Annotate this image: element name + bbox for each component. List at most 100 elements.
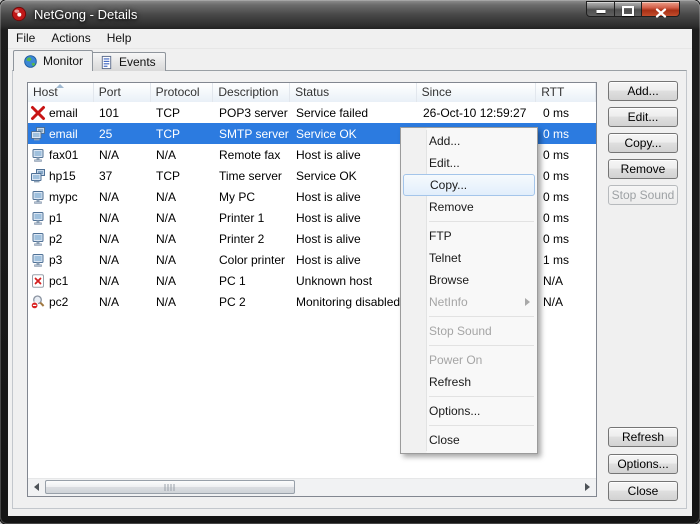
options-button[interactable]: Options... <box>608 454 678 474</box>
cell-protocol: N/A <box>151 232 214 246</box>
minimize-button[interactable] <box>586 1 615 17</box>
menu-help[interactable]: Help <box>99 29 140 45</box>
cell-status: Host is alive <box>291 211 418 225</box>
cell-description: Time server <box>214 169 291 183</box>
close-button[interactable] <box>641 1 680 17</box>
horizontal-scrollbar[interactable] <box>28 478 596 496</box>
window-title: NetGong - Details <box>34 7 137 22</box>
context-menu-item-browse[interactable]: Browse <box>401 269 537 291</box>
column-header-rtt[interactable]: RTT <box>536 83 596 102</box>
app-window: NetGong - Details FileActionsHelp Monito… <box>0 0 700 524</box>
context-menu-item-add[interactable]: Add... <box>401 130 537 152</box>
scrollbar-thumb[interactable] <box>45 480 295 494</box>
cell-port: 37 <box>94 169 151 183</box>
failed-host-icon <box>30 105 46 121</box>
edit-button[interactable]: Edit... <box>608 107 678 127</box>
cell-status: Service OK <box>291 127 418 141</box>
submenu-arrow-icon <box>525 298 530 306</box>
menu-file[interactable]: File <box>8 29 43 45</box>
column-header-status[interactable]: Status <box>290 83 417 102</box>
add-button[interactable]: Add... <box>608 81 678 101</box>
cell-status: Service failed <box>291 106 418 120</box>
context-menu-item-edit[interactable]: Edit... <box>401 152 537 174</box>
cell-protocol: TCP <box>151 127 214 141</box>
stop-sound-button[interactable]: Stop Sound <box>608 185 678 205</box>
tab-events[interactable]: Events <box>89 52 166 71</box>
tab-monitor[interactable]: Monitor <box>13 50 93 71</box>
scrollbar-grip-icon <box>165 484 176 491</box>
host-label: mypc <box>49 190 78 204</box>
host-label: hp15 <box>49 169 76 183</box>
host-label: p3 <box>49 253 62 267</box>
host-label: pc1 <box>49 274 68 288</box>
cell-status: Host is alive <box>291 190 418 204</box>
sort-ascending-icon <box>56 84 64 88</box>
cell-host: pc1 <box>28 273 94 289</box>
computer-icon <box>30 210 46 226</box>
column-header-protocol[interactable]: Protocol <box>151 83 214 102</box>
context-menu-item-close[interactable]: Close <box>401 429 537 451</box>
titlebar[interactable]: NetGong - Details <box>0 0 700 29</box>
context-menu-item-power-on[interactable]: Power On <box>401 349 537 371</box>
cell-protocol: N/A <box>151 253 214 267</box>
menu-separator <box>429 316 534 317</box>
cell-description: SMTP server <box>214 127 291 141</box>
table-header: Host Port Protocol DescriptionStatusSince RT… <box>28 83 596 103</box>
cell-port: N/A <box>94 253 151 267</box>
refresh-button[interactable]: Refresh <box>608 427 678 447</box>
cell-status: Monitoring disabled <box>291 295 418 309</box>
cell-port: N/A <box>94 148 151 162</box>
app-icon <box>11 6 27 22</box>
monitor-disabled-icon <box>30 294 46 310</box>
column-header-since[interactable]: Since <box>417 83 537 102</box>
cell-port: 25 <box>94 127 151 141</box>
remove-button[interactable]: Remove <box>608 159 678 179</box>
context-menu-item-remove[interactable]: Remove <box>401 196 537 218</box>
context-menu-item-options[interactable]: Options... <box>401 400 537 422</box>
close-icon <box>655 5 666 23</box>
context-menu-item-refresh[interactable]: Refresh <box>401 371 537 393</box>
cell-rtt: N/A <box>538 274 596 288</box>
cell-host: p3 <box>28 252 94 268</box>
context-menu-item-netinfo[interactable]: NetInfo <box>401 291 537 313</box>
context-menu-item-copy[interactable]: Copy... <box>403 174 535 196</box>
column-header-description[interactable]: Description <box>213 83 290 102</box>
close-button[interactable]: Close <box>608 481 678 501</box>
cell-rtt: 1 ms <box>538 253 596 267</box>
menu-item-label: FTP <box>429 229 452 243</box>
cell-description: Printer 1 <box>214 211 291 225</box>
scroll-left-button[interactable] <box>28 479 45 495</box>
column-header-label: RTT <box>541 85 564 99</box>
column-header-port[interactable]: Port <box>94 83 151 102</box>
cell-since: 26-Oct-10 12:59:27 <box>418 106 538 120</box>
menu-item-label: Browse <box>429 273 469 287</box>
menu-actions[interactable]: Actions <box>43 29 98 45</box>
cell-status: Host is alive <box>291 148 418 162</box>
cell-rtt: 0 ms <box>538 148 596 162</box>
menu-item-label: Stop Sound <box>429 324 492 338</box>
context-menu-item-stop-sound[interactable]: Stop Sound <box>401 320 537 342</box>
menu-item-label: Close <box>429 433 460 447</box>
cell-protocol: TCP <box>151 169 214 183</box>
arrow-left-icon <box>34 483 39 491</box>
column-header-host[interactable]: Host <box>28 83 94 102</box>
context-menu-item-ftp[interactable]: FTP <box>401 225 537 247</box>
menu-item-label: Copy... <box>430 178 467 192</box>
menu-item-label: Power On <box>429 353 482 367</box>
cell-port: N/A <box>94 190 151 204</box>
maximize-icon <box>622 6 634 16</box>
copy-button[interactable]: Copy... <box>608 133 678 153</box>
tab-label: Events <box>119 55 156 69</box>
arrow-right-icon <box>585 483 590 491</box>
cell-host: p1 <box>28 210 94 226</box>
column-header-label: Port <box>99 85 121 99</box>
dual-computer-icon <box>30 126 46 142</box>
cell-rtt: 0 ms <box>538 127 596 141</box>
context-menu-item-telnet[interactable]: Telnet <box>401 247 537 269</box>
cell-status: Service OK <box>291 169 418 183</box>
scroll-right-button[interactable] <box>579 479 596 495</box>
column-header-label: Protocol <box>156 85 200 99</box>
cell-protocol: N/A <box>151 211 214 225</box>
table-row-email[interactable]: email101TCPPOP3 serverService failed26-O… <box>28 102 596 123</box>
maximize-button[interactable] <box>614 1 642 17</box>
